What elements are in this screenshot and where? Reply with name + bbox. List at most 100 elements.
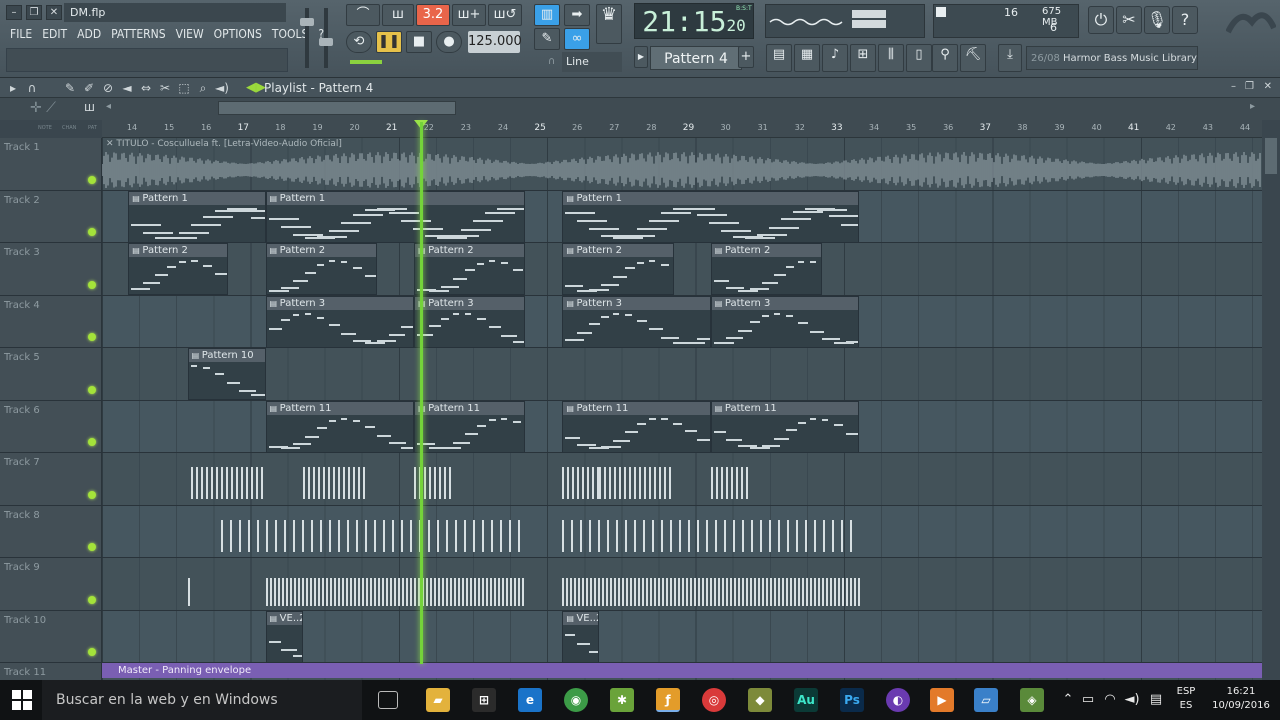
browser-icon[interactable]: ⊞	[850, 44, 876, 72]
master-automation-clip[interactable]: Master - Panning envelope	[102, 663, 1262, 678]
pattern-clip[interactable]: Pattern 11	[265, 400, 414, 453]
track-lane[interactable]: Pattern 2 Pattern 2 Pattern 2 Pattern 2 Patt…	[102, 243, 1262, 295]
master-volume-slider[interactable]	[300, 8, 314, 68]
horizontal-scrollbar[interactable]	[218, 101, 456, 115]
minimize-icon[interactable]: –	[6, 5, 22, 20]
menu-item-edit[interactable]: EDIT	[38, 24, 71, 44]
track-lane[interactable]	[102, 453, 1262, 505]
media-player-icon[interactable]: ▶	[930, 688, 954, 712]
track-header[interactable]: Track 4	[0, 295, 102, 347]
tools-icon[interactable]: ✂	[1116, 6, 1142, 34]
track-mute-led-icon[interactable]	[88, 333, 96, 341]
song-mode-icon[interactable]: ⟲	[346, 31, 372, 53]
pause-button[interactable]: ❚❚	[376, 31, 402, 53]
playlist-close-icon[interactable]: ✕	[1264, 81, 1272, 92]
app5-icon[interactable]: ◈	[1020, 688, 1044, 712]
pattern-clip[interactable]: Pattern 1	[562, 190, 860, 243]
scroll-thumb[interactable]	[1265, 138, 1277, 174]
pattern-prev-icon[interactable]: ▶	[634, 46, 648, 68]
pattern-clip[interactable]: Pattern 1	[128, 190, 266, 243]
photoshop-icon[interactable]: Ps	[840, 688, 864, 712]
typing-keyboard-icon[interactable]: ▥	[534, 4, 560, 26]
delete-tool-icon[interactable]: ⊘	[101, 81, 115, 95]
select-tool-icon[interactable]: ⬚	[177, 81, 191, 95]
recorder-icon[interactable]: ◎	[702, 688, 726, 712]
step-edit-icon[interactable]: ➡	[564, 4, 590, 26]
store-icon[interactable]: ⊞	[472, 688, 496, 712]
blend-notes-icon[interactable]: ш+	[452, 4, 486, 26]
pattern-clip[interactable]: Pattern 2	[562, 243, 674, 295]
app2-icon[interactable]: ◆	[748, 688, 772, 712]
pattern-clip[interactable]: Pattern 2	[128, 243, 229, 295]
track-mute-led-icon[interactable]	[88, 490, 96, 499]
download-icon[interactable]: ⤓	[998, 44, 1022, 72]
pattern-clip[interactable]: VE..2	[265, 610, 303, 663]
tempo-display[interactable]: 125.000	[468, 31, 522, 53]
master-pitch-slider[interactable]	[319, 8, 333, 68]
paint-tool-icon[interactable]: ✐	[82, 81, 96, 95]
language-indicator[interactable]: ESP ES	[1172, 685, 1200, 713]
main-volume-bar[interactable]	[350, 60, 382, 64]
plugin-picker-icon[interactable]: ⚲	[932, 44, 958, 72]
tray-expand-icon[interactable]: ⌃	[1060, 680, 1076, 720]
track-mute-led-icon[interactable]	[88, 543, 96, 551]
track-mute-led-icon[interactable]	[88, 648, 96, 656]
track-header[interactable]: Track 1	[0, 138, 102, 190]
track-header[interactable]: Track 7	[0, 453, 102, 505]
menu-item-add[interactable]: ADD	[73, 24, 105, 44]
track-lane[interactable]: Pattern 3Pattern 3Pattern 3Pattern 3	[102, 295, 1262, 348]
loop-record-icon[interactable]: ш↺	[488, 4, 522, 26]
chrome-icon[interactable]: ◉	[564, 688, 588, 712]
restore-icon[interactable]: ❐	[26, 5, 42, 20]
windows-start-icon[interactable]	[12, 690, 32, 710]
draw-tool-icon[interactable]: ✎	[63, 81, 77, 95]
task-view-icon[interactable]	[378, 691, 398, 709]
track-mute-led-icon[interactable]	[88, 438, 96, 446]
link-icon[interactable]: ∞	[564, 28, 590, 50]
playback-tool-icon[interactable]: ◄)	[215, 81, 229, 95]
pattern-clip[interactable]: Pattern 3	[413, 295, 526, 348]
timeline-ruler[interactable]: 14 15 16 17 18 19 20 21 22 23 24 25 26 27 28 29 30 31 32 33…	[102, 120, 1262, 138]
add-pattern-button[interactable]: +	[738, 46, 754, 68]
playlist-minimize-icon[interactable]: –	[1231, 81, 1236, 92]
countdown-button[interactable]: 3.2	[416, 4, 450, 26]
track-mute-led-icon[interactable]	[88, 385, 96, 394]
pattern-clip[interactable]: Pattern 2	[265, 243, 377, 295]
track-header[interactable]: Track 5	[0, 348, 102, 400]
pattern-clip[interactable]: Pattern 3	[265, 295, 414, 348]
app-icon[interactable]: ✱	[610, 688, 634, 712]
system-clock[interactable]: 16:21 10/09/2016	[1208, 685, 1274, 713]
slice-tool-icon[interactable]: ✂	[158, 81, 172, 95]
track-mute-led-icon[interactable]	[88, 228, 96, 236]
snap-select[interactable]: Line	[562, 52, 622, 72]
menu-item-options[interactable]: OPTIONS	[210, 24, 266, 44]
pattern-clip[interactable]: Pattern 11	[710, 400, 860, 453]
notifications-icon[interactable]: ▤	[1148, 680, 1164, 720]
stop-button[interactable]: ■	[406, 31, 432, 53]
playlist-maximize-icon[interactable]: ❐	[1245, 81, 1254, 92]
pattern-clip[interactable]: Pattern 3	[710, 295, 860, 348]
track-mute-led-icon[interactable]	[88, 595, 96, 604]
project-info-icon[interactable]: ▯	[906, 44, 932, 72]
menu-item-view[interactable]: VIEW	[172, 24, 208, 44]
pattern-clip[interactable]: VE..2	[562, 610, 600, 663]
playlist-icon[interactable]: ▤	[766, 44, 792, 72]
metronome-icon[interactable]: ⌒	[346, 4, 380, 26]
record-button[interactable]: ●	[436, 31, 462, 53]
tempo-tapper-icon[interactable]: ⛏	[960, 44, 986, 72]
track-header[interactable]: Track 6	[0, 400, 102, 452]
mixer-icon[interactable]: ⫼	[878, 44, 904, 72]
track-lane[interactable]: VE..2 VE..2	[102, 610, 1262, 663]
pattern-clip[interactable]: Pattern 3	[562, 295, 711, 348]
play-pattern-icon[interactable]: ◀▶	[246, 78, 266, 98]
news-panel[interactable]: 26/08 Harmor Bass Music Library	[1026, 46, 1198, 70]
track-mute-led-icon[interactable]	[88, 280, 96, 289]
pattern-clip[interactable]: Pattern 1	[265, 190, 526, 243]
help-icon[interactable]: ?	[1172, 6, 1198, 34]
menu-item-file[interactable]: FILE	[6, 24, 36, 44]
battery-icon[interactable]: ▭	[1080, 680, 1096, 720]
edge-icon[interactable]: e	[518, 688, 542, 712]
pattern-clip[interactable]: Pattern 11	[413, 400, 526, 453]
taskbar-search[interactable]: Buscar en la web y en Windows	[42, 680, 362, 720]
track-header[interactable]: Track 10	[0, 610, 102, 662]
